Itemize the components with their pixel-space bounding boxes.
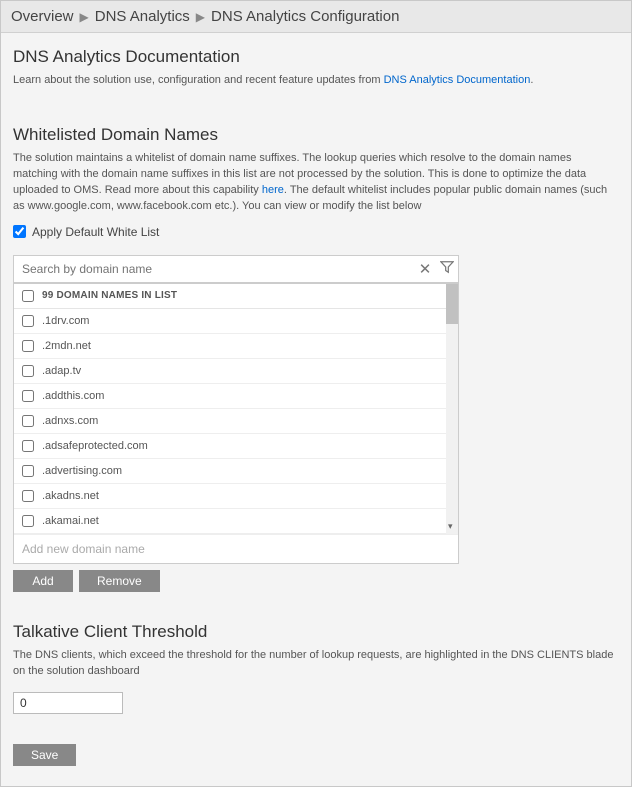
threshold-input[interactable] bbox=[13, 692, 123, 714]
list-item[interactable]: .advertising.com bbox=[14, 459, 446, 484]
scrollbar[interactable]: ▾ bbox=[446, 284, 458, 534]
row-checkbox[interactable] bbox=[22, 315, 34, 327]
list-item[interactable]: .addthis.com bbox=[14, 384, 446, 409]
whitelist-title: Whitelisted Domain Names bbox=[13, 125, 619, 145]
row-checkbox[interactable] bbox=[22, 440, 34, 452]
list-item[interactable]: .akamai.net bbox=[14, 509, 446, 534]
list-item[interactable]: .2mdn.net bbox=[14, 334, 446, 359]
list-item[interactable]: .1drv.com bbox=[14, 309, 446, 334]
list-item[interactable]: .akadns.net bbox=[14, 484, 446, 509]
row-checkbox[interactable] bbox=[22, 515, 34, 527]
list-item[interactable]: .adsafeprotected.com bbox=[14, 434, 446, 459]
row-checkbox[interactable] bbox=[22, 415, 34, 427]
list-header-label: 99 DOMAIN NAMES IN LIST bbox=[42, 290, 177, 301]
capability-link[interactable]: here bbox=[262, 184, 284, 196]
scrollbar-down-icon[interactable]: ▾ bbox=[448, 521, 453, 532]
add-domain-input[interactable]: Add new domain name bbox=[14, 534, 458, 563]
documentation-link[interactable]: DNS Analytics Documentation bbox=[384, 74, 531, 86]
add-button[interactable]: Add bbox=[13, 570, 73, 592]
row-checkbox[interactable] bbox=[22, 365, 34, 377]
whitelist-desc: The solution maintains a whitelist of do… bbox=[13, 151, 619, 215]
apply-default-whitelist-checkbox[interactable] bbox=[13, 225, 26, 238]
search-input[interactable] bbox=[14, 258, 414, 280]
threshold-desc: The DNS clients, which exceed the thresh… bbox=[13, 648, 619, 680]
apply-default-whitelist-label: Apply Default White List bbox=[32, 225, 159, 239]
breadcrumb-item-dns-analytics[interactable]: DNS Analytics bbox=[95, 8, 190, 25]
domain-list: 99 DOMAIN NAMES IN LIST .1drv.com .2mdn.… bbox=[13, 283, 459, 564]
breadcrumb: Overview ▶ DNS Analytics ▶ DNS Analytics… bbox=[1, 1, 631, 33]
clear-search-icon[interactable]: ✕ bbox=[414, 260, 436, 278]
list-item[interactable]: .adap.tv bbox=[14, 359, 446, 384]
threshold-title: Talkative Client Threshold bbox=[13, 622, 619, 642]
filter-icon[interactable] bbox=[436, 260, 458, 278]
row-checkbox[interactable] bbox=[22, 340, 34, 352]
row-checkbox[interactable] bbox=[22, 490, 34, 502]
apply-default-whitelist-row[interactable]: Apply Default White List bbox=[13, 225, 619, 239]
breadcrumb-item-overview[interactable]: Overview bbox=[11, 8, 74, 25]
row-checkbox[interactable] bbox=[22, 465, 34, 477]
breadcrumb-item-config: DNS Analytics Configuration bbox=[211, 8, 399, 25]
select-all-checkbox[interactable] bbox=[22, 290, 34, 302]
list-item[interactable]: .adnxs.com bbox=[14, 409, 446, 434]
save-button[interactable]: Save bbox=[13, 744, 76, 766]
scrollbar-thumb[interactable] bbox=[446, 284, 458, 324]
documentation-title: DNS Analytics Documentation bbox=[13, 47, 619, 67]
row-checkbox[interactable] bbox=[22, 390, 34, 402]
list-header-row[interactable]: 99 DOMAIN NAMES IN LIST bbox=[14, 284, 446, 309]
documentation-desc: Learn about the solution use, configurat… bbox=[13, 73, 619, 89]
remove-button[interactable]: Remove bbox=[79, 570, 160, 592]
chevron-right-icon: ▶ bbox=[196, 10, 205, 24]
domain-search-row: ✕ bbox=[13, 255, 459, 283]
chevron-right-icon: ▶ bbox=[80, 10, 89, 24]
